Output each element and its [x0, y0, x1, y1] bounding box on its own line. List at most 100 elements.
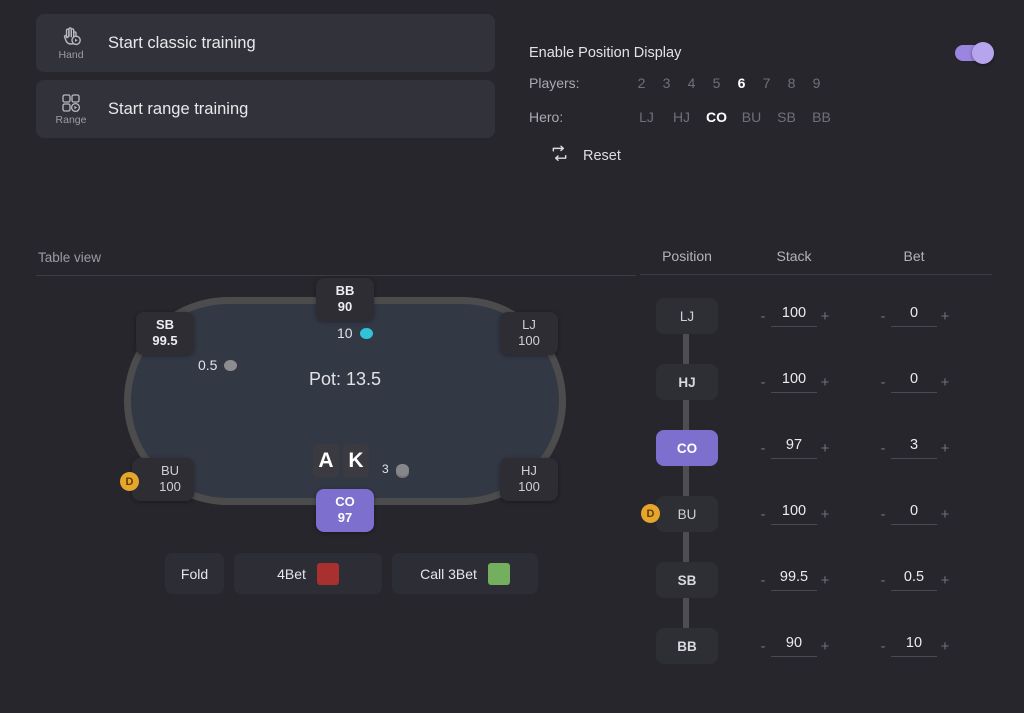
fourbet-color-swatch: [316, 562, 339, 585]
players-option-9[interactable]: 9: [804, 75, 829, 91]
seat-bu[interactable]: BU 100 D: [120, 458, 194, 501]
bet-stepper-hj: - 0 +: [854, 371, 974, 393]
row-position-cell-sb: SB: [640, 562, 734, 598]
stack-value-lj[interactable]: 100: [771, 305, 817, 327]
bet-sb-amount: 0.5: [198, 357, 218, 373]
stack-value-bb[interactable]: 90: [771, 635, 817, 657]
bet-decrement-bb[interactable]: -: [875, 638, 891, 655]
stack-increment-bb[interactable]: +: [817, 638, 833, 655]
bet-stepper-bu: - 0 +: [854, 503, 974, 525]
bet-decrement-co[interactable]: -: [875, 440, 891, 457]
bet-increment-hj[interactable]: +: [937, 374, 953, 391]
grid-header-divider: [640, 274, 992, 275]
position-pill-co[interactable]: CO: [656, 430, 718, 466]
bet-increment-sb[interactable]: +: [937, 572, 953, 589]
stack-decrement-lj[interactable]: -: [755, 308, 771, 325]
start-classic-training-button[interactable]: Hand Start classic training: [36, 14, 495, 72]
seat-sb[interactable]: SB 99.5: [136, 312, 194, 355]
bet-decrement-bu[interactable]: -: [875, 506, 891, 523]
table-row: SB - 99.5 + - 0.5 +: [640, 547, 992, 613]
hero-option-bb[interactable]: BB: [804, 109, 839, 125]
players-option-6[interactable]: 6: [729, 75, 754, 91]
bet-increment-bb[interactable]: +: [937, 638, 953, 655]
settings-panel: Enable Position Display Players: 2 3 4 5…: [529, 40, 994, 168]
hero-option-co[interactable]: CO: [699, 109, 734, 125]
position-display-toggle[interactable]: [955, 42, 994, 64]
hero-option-lj[interactable]: LJ: [629, 109, 664, 125]
app-root: Hand Start classic training Range Start …: [0, 0, 1024, 713]
players-option-3[interactable]: 3: [654, 75, 679, 91]
stack-decrement-co[interactable]: -: [755, 440, 771, 457]
table-row: HJ - 100 + - 0 +: [640, 349, 992, 415]
position-pill-bu[interactable]: BU: [656, 496, 718, 532]
players-option-5[interactable]: 5: [704, 75, 729, 91]
grid-header-row: Position Stack Bet: [640, 248, 992, 274]
bet-stepper-lj: - 0 +: [854, 305, 974, 327]
fourbet-button[interactable]: 4Bet: [234, 553, 382, 594]
stack-value-hj[interactable]: 100: [771, 371, 817, 393]
hero-option-sb[interactable]: SB: [769, 109, 804, 125]
stack-increment-co[interactable]: +: [817, 440, 833, 457]
grid-header-stack: Stack: [776, 248, 812, 264]
stack-decrement-bb[interactable]: -: [755, 638, 771, 655]
seat-bb-stack: 90: [337, 299, 353, 314]
stack-increment-lj[interactable]: +: [817, 308, 833, 325]
bet-increment-bu[interactable]: +: [937, 506, 953, 523]
bet-stepper-co: - 3 +: [854, 437, 974, 459]
seat-sb-stack: 99.5: [152, 333, 178, 348]
bet-stepper-sb: - 0.5 +: [854, 569, 974, 591]
bet-value-sb[interactable]: 0.5: [891, 569, 937, 591]
pot-label: Pot: 13.5: [308, 369, 382, 389]
table-row: BU D - 100 + - 0 +: [640, 481, 992, 547]
bet-value-bb[interactable]: 10: [891, 635, 937, 657]
row-position-cell-lj: LJ: [640, 298, 734, 334]
seat-bu-stack: 100: [159, 479, 181, 494]
seat-co-hero[interactable]: CO 97: [316, 489, 374, 532]
hero-card-1: A: [313, 444, 339, 478]
bet-value-co[interactable]: 3: [891, 437, 937, 459]
players-option-2[interactable]: 2: [629, 75, 654, 91]
seat-hj[interactable]: HJ 100: [500, 458, 558, 501]
players-option-8[interactable]: 8: [779, 75, 804, 91]
stack-decrement-sb[interactable]: -: [755, 572, 771, 589]
hero-row: Hero: LJ HJ CO BU SB BB: [529, 100, 991, 134]
position-pill-hj[interactable]: HJ: [656, 364, 718, 400]
bet-increment-lj[interactable]: +: [937, 308, 953, 325]
position-pill-bb[interactable]: BB: [656, 628, 718, 664]
bet-decrement-sb[interactable]: -: [875, 572, 891, 589]
grid-header-position: Position: [662, 248, 712, 264]
players-option-7[interactable]: 7: [754, 75, 779, 91]
stack-decrement-bu[interactable]: -: [755, 506, 771, 523]
bet-value-hj[interactable]: 0: [891, 371, 937, 393]
stack-value-sb[interactable]: 99.5: [771, 569, 817, 591]
stack-decrement-hj[interactable]: -: [755, 374, 771, 391]
bet-sb: 0.5: [198, 357, 238, 373]
call-threebet-button[interactable]: Call 3Bet: [392, 553, 538, 594]
toggle-knob: [972, 42, 994, 64]
bet-value-bu[interactable]: 0: [891, 503, 937, 525]
stack-value-bu[interactable]: 100: [771, 503, 817, 525]
seat-bb[interactable]: BB 90: [316, 278, 374, 321]
fold-button[interactable]: Fold: [165, 553, 224, 594]
position-pill-sb[interactable]: SB: [656, 562, 718, 598]
start-range-training-button[interactable]: Range Start range training: [36, 80, 495, 138]
stack-increment-hj[interactable]: +: [817, 374, 833, 391]
bet-value-lj[interactable]: 0: [891, 305, 937, 327]
stack-stepper-co: - 97 +: [734, 437, 854, 459]
bet-decrement-lj[interactable]: -: [875, 308, 891, 325]
row-position-cell-hj: HJ: [640, 364, 734, 400]
stack-increment-sb[interactable]: +: [817, 572, 833, 589]
seat-hj-stack: 100: [518, 479, 540, 494]
players-row: Players: 2 3 4 5 6 7 8 9: [529, 66, 991, 100]
players-option-4[interactable]: 4: [679, 75, 704, 91]
stack-increment-bu[interactable]: +: [817, 506, 833, 523]
hero-option-bu[interactable]: BU: [734, 109, 769, 125]
bet-increment-co[interactable]: +: [937, 440, 953, 457]
reset-button[interactable]: Reset: [550, 144, 991, 168]
position-pill-lj[interactable]: LJ: [656, 298, 718, 334]
hero-option-hj[interactable]: HJ: [664, 109, 699, 125]
seat-lj[interactable]: LJ 100: [500, 312, 558, 355]
stack-value-co[interactable]: 97: [771, 437, 817, 459]
players-label: Players:: [529, 75, 580, 91]
bet-decrement-hj[interactable]: -: [875, 374, 891, 391]
